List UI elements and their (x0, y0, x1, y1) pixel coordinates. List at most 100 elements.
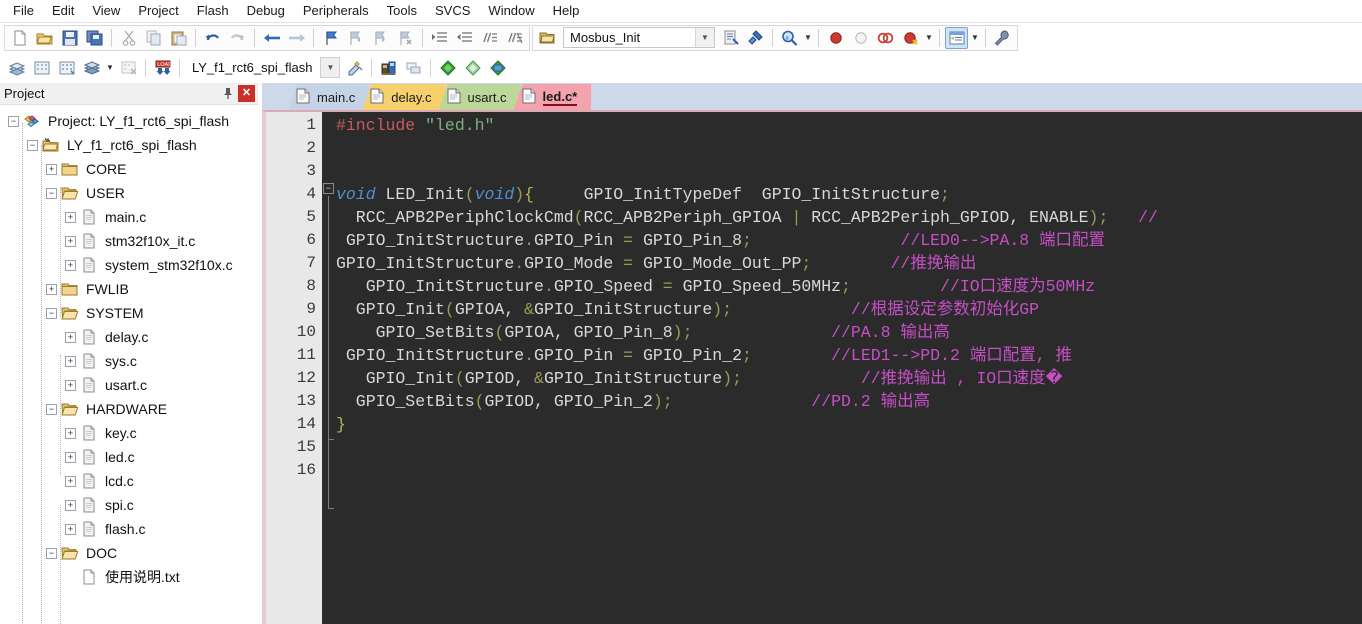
tree-item[interactable]: + lcd.c (0, 469, 258, 493)
expand-icon[interactable]: + (65, 331, 76, 343)
menu-item-svcs[interactable]: SVCS (426, 1, 479, 22)
editor-tab-ledc[interactable]: led.c* (513, 84, 592, 110)
navigate-forward-button[interactable] (285, 27, 308, 49)
breakpoint-insert-button[interactable] (824, 27, 847, 49)
menu-item-peripherals[interactable]: Peripherals (294, 1, 378, 22)
code-line[interactable] (336, 459, 1362, 482)
expand-icon[interactable]: + (46, 163, 57, 175)
find-in-files-button[interactable] (536, 27, 559, 49)
tree-item[interactable]: − HARDWARE (0, 397, 258, 421)
project-tree[interactable]: − Project: LY_f1_rct6_spi_flash − LY_f1_rct… (0, 105, 258, 624)
close-icon[interactable]: ✕ (238, 85, 255, 102)
editor-tab-delayc[interactable]: delay.c (362, 84, 446, 110)
menu-item-tools[interactable]: Tools (378, 1, 426, 22)
bookmark-toggle-button[interactable] (319, 27, 342, 49)
save-all-button[interactable] (83, 27, 106, 49)
collapse-icon[interactable]: − (46, 187, 57, 199)
find-next-button[interactable] (744, 27, 767, 49)
tree-item[interactable]: + key.c (0, 421, 258, 445)
batch-build-chevron-icon[interactable]: ▼ (104, 57, 116, 79)
find-options-chevron-icon[interactable]: ▼ (802, 27, 814, 49)
tree-item[interactable]: + sys.c (0, 349, 258, 373)
code-line[interactable]: GPIO_SetBits(GPIOA, GPIO_Pin_8); //PA.8 … (336, 321, 1362, 344)
tree-item[interactable]: + FWLIB (0, 277, 258, 301)
stop-build-button[interactable] (117, 57, 140, 79)
copy-button[interactable] (142, 27, 165, 49)
code-folding-margin[interactable]: − (322, 112, 336, 624)
paste-button[interactable] (167, 27, 190, 49)
multi-project-button[interactable] (402, 57, 425, 79)
collapse-icon[interactable]: − (46, 547, 57, 559)
tree-item[interactable]: + main.c (0, 205, 258, 229)
breakpoint-options-chevron-icon[interactable]: ▼ (923, 27, 935, 49)
open-file-button[interactable] (33, 27, 56, 49)
code-line[interactable] (336, 160, 1362, 183)
menu-item-flash[interactable]: Flash (188, 1, 238, 22)
code-line[interactable]: void LED_Init(void){ GPIO_InitTypeDef GP… (336, 183, 1362, 206)
rebuild-all-button[interactable] (55, 57, 78, 79)
collapse-icon[interactable]: − (46, 307, 57, 319)
pack-installer-green-button[interactable] (436, 57, 459, 79)
configuration-wizard-button[interactable] (991, 27, 1014, 49)
pin-icon[interactable] (219, 85, 236, 102)
code-line[interactable]: GPIO_SetBits(GPIOD, GPIO_Pin_2); //PD.2 … (336, 390, 1362, 413)
tree-item[interactable]: + led.c (0, 445, 258, 469)
project-window-chevron-icon[interactable]: ▼ (969, 27, 981, 49)
code-line[interactable]: GPIO_InitStructure.GPIO_Speed = GPIO_Spe… (336, 275, 1362, 298)
code-line[interactable]: GPIO_Init(GPIOA, &GPIO_InitStructure); /… (336, 298, 1362, 321)
bookmark-next-button[interactable] (369, 27, 392, 49)
tree-item[interactable]: − SYSTEM (0, 301, 258, 325)
bookmark-clear-button[interactable] (394, 27, 417, 49)
target-selector-combo[interactable]: Mosbus_Init ▼ (563, 27, 715, 48)
expand-icon[interactable]: + (46, 283, 57, 295)
project-window-toggle-button[interactable] (945, 26, 968, 49)
editor-tab-usartc[interactable]: usart.c (438, 84, 521, 110)
expand-icon[interactable]: + (65, 523, 76, 535)
expand-icon[interactable]: + (65, 499, 76, 511)
collapse-icon[interactable]: − (8, 115, 19, 127)
breakpoint-disable-all-button[interactable] (874, 27, 897, 49)
code-line[interactable]: RCC_APB2PeriphClockCmd(RCC_APB2Periph_GP… (336, 206, 1362, 229)
expand-icon[interactable]: + (65, 451, 76, 463)
save-file-button[interactable] (58, 27, 81, 49)
code-line[interactable]: GPIO_Init(GPIOD, &GPIO_InitStructure); /… (336, 367, 1362, 390)
comment-block-button[interactable] (478, 27, 501, 49)
tree-item[interactable]: + stm32f10x_it.c (0, 229, 258, 253)
chevron-down-icon[interactable]: ▼ (320, 57, 341, 78)
menu-item-help[interactable]: Help (544, 1, 589, 22)
editor-tab-mainc[interactable]: main.c (288, 84, 370, 110)
tree-item[interactable]: + spi.c (0, 493, 258, 517)
build-file-button[interactable] (5, 57, 28, 79)
tree-item[interactable]: + flash.c (0, 517, 258, 541)
tree-item[interactable]: − LY_f1_rct6_spi_flash (0, 133, 258, 157)
expand-icon[interactable]: + (65, 475, 76, 487)
collapse-icon[interactable]: − (46, 403, 57, 415)
tree-item[interactable]: + usart.c (0, 373, 258, 397)
code-line[interactable]: GPIO_InitStructure.GPIO_Pin = GPIO_Pin_2… (336, 344, 1362, 367)
menu-item-view[interactable]: View (83, 1, 129, 22)
indent-right-button[interactable] (428, 27, 451, 49)
fold-collapse-box[interactable]: − (323, 183, 334, 194)
menu-item-debug[interactable]: Debug (238, 1, 294, 22)
code-line[interactable]: #include "led.h" (336, 114, 1362, 137)
tree-item[interactable]: − DOC (0, 541, 258, 565)
menu-item-project[interactable]: Project (129, 1, 187, 22)
indent-left-button[interactable] (453, 27, 476, 49)
tree-item[interactable]: − USER (0, 181, 258, 205)
menu-item-window[interactable]: Window (479, 1, 543, 22)
new-file-button[interactable] (8, 27, 31, 49)
code-line[interactable] (336, 137, 1362, 160)
menu-item-edit[interactable]: Edit (43, 1, 83, 22)
pack-installer-blue-button[interactable] (486, 57, 509, 79)
batch-build-button[interactable] (80, 57, 103, 79)
project-target-combo[interactable]: LY_f1_rct6_spi_flash ▼ (186, 57, 341, 79)
chevron-down-icon[interactable]: ▼ (695, 28, 714, 47)
navigate-back-button[interactable] (260, 27, 283, 49)
manage-components-button[interactable] (377, 57, 400, 79)
expand-icon[interactable]: + (65, 211, 76, 223)
uncomment-block-button[interactable] (503, 27, 526, 49)
undo-button[interactable] (201, 27, 224, 49)
expand-icon[interactable]: + (65, 355, 76, 367)
tree-item[interactable]: − Project: LY_f1_rct6_spi_flash (0, 109, 258, 133)
code-text-area[interactable]: #include "led.h" void LED_Init(void){ GP… (336, 112, 1362, 624)
